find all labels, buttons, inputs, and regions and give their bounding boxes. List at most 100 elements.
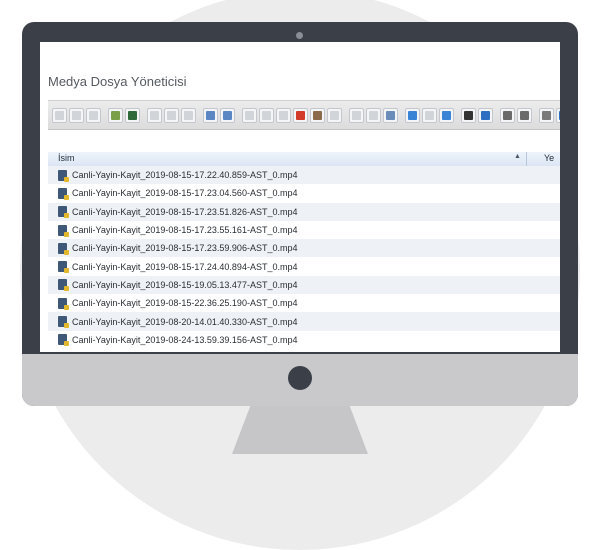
table-row[interactable]: Canli-Yayin-Kayit_2019-08-15-17.22.40.85… xyxy=(48,166,560,185)
table-row[interactable]: Canli-Yayin-Kayit_2019-08-20-14.01.40.33… xyxy=(48,312,560,331)
page-button[interactable] xyxy=(366,107,381,123)
file-name: Canli-Yayin-Kayit_2019-08-24-13.59.39.15… xyxy=(72,334,298,345)
table-row[interactable]: Canli-Yayin-Kayit_2019-08-24-13.59.39.15… xyxy=(48,331,560,349)
settings-button[interactable] xyxy=(539,107,554,123)
video-file-icon xyxy=(58,169,69,182)
file-name: Canli-Yayin-Kayit_2019-08-15-17.23.59.90… xyxy=(72,243,298,254)
video-file-icon xyxy=(58,187,69,200)
rename-icon xyxy=(313,110,322,120)
rename-button[interactable] xyxy=(310,107,325,123)
settings-icon xyxy=(542,110,551,120)
column-header-next[interactable]: Ye xyxy=(544,153,554,163)
sort-asc-icon[interactable]: ▲ xyxy=(514,153,521,160)
arrow-up-button[interactable] xyxy=(86,107,101,123)
paste-icon xyxy=(184,110,193,120)
toolbar-group-6 xyxy=(349,107,398,123)
view-list-button[interactable] xyxy=(422,107,437,123)
view-tiles-button[interactable] xyxy=(439,107,454,123)
select-button[interactable] xyxy=(242,107,257,123)
toolbar xyxy=(48,100,560,130)
new-file-button[interactable] xyxy=(108,107,123,123)
help-icon xyxy=(559,110,560,120)
info-icon xyxy=(481,110,490,120)
toolbar-group-7 xyxy=(405,107,454,123)
video-file-icon xyxy=(58,279,69,292)
info-button[interactable] xyxy=(478,107,493,123)
delete-icon xyxy=(296,110,305,120)
arrow-left-button[interactable] xyxy=(52,107,67,123)
scissors-button[interactable] xyxy=(259,107,274,123)
video-file-icon xyxy=(58,206,69,219)
search-icon xyxy=(386,110,395,120)
view-icons-icon xyxy=(408,110,417,120)
toolbar-group-5 xyxy=(242,107,342,123)
help-button[interactable] xyxy=(556,107,560,123)
delete-button[interactable] xyxy=(293,107,308,123)
grid-view-icon xyxy=(503,110,512,120)
table-row[interactable]: Canli-Yayin-Kayit_2019-08-15-19.05.13.47… xyxy=(48,275,560,295)
page-icon xyxy=(369,110,378,120)
video-file-icon xyxy=(58,334,69,347)
blank-button[interactable] xyxy=(349,107,364,123)
sort-icon xyxy=(520,110,529,120)
arrow-right-icon xyxy=(72,110,81,120)
table-row[interactable]: Canli-Yayin-Kayit_2019-08-15-22.36.25.19… xyxy=(48,294,560,312)
info-small-button[interactable] xyxy=(327,107,342,123)
table-row[interactable]: Canli-Yayin-Kayit_2019-08-15-17.23.51.82… xyxy=(48,202,560,221)
video-file-icon xyxy=(58,242,69,255)
video-file-icon xyxy=(58,297,69,310)
blank-icon xyxy=(352,110,361,120)
arrow-up-icon xyxy=(89,110,98,120)
file-name: Canli-Yayin-Kayit_2019-08-15-19.05.13.47… xyxy=(72,279,298,290)
preview-eye-icon xyxy=(464,110,473,120)
column-header-name[interactable]: İsim xyxy=(58,153,75,163)
table-row[interactable]: Canli-Yayin-Kayit_2019-08-15-17.24.40.89… xyxy=(48,257,560,275)
column-divider[interactable] xyxy=(526,152,527,166)
power-button-icon xyxy=(288,366,312,390)
search-button[interactable] xyxy=(383,107,398,123)
toolbar-group-3 xyxy=(147,107,196,123)
duplicate-button[interactable] xyxy=(276,107,291,123)
grid-view-button[interactable] xyxy=(500,107,515,123)
grid-header: İsim ▲ Ye xyxy=(48,152,560,167)
paste-button[interactable] xyxy=(181,107,196,123)
view-tiles-icon xyxy=(442,110,451,120)
cut-button[interactable] xyxy=(164,107,179,123)
table-row[interactable]: Canli-Yayin-Kayit_2019-08-15-17.23.04.56… xyxy=(48,184,560,202)
page-title: Medya Dosya Yöneticisi xyxy=(48,74,187,89)
toolbar-group-9 xyxy=(500,107,532,123)
video-file-icon xyxy=(58,316,69,329)
arrow-left-icon xyxy=(55,110,64,120)
app-screen: Medya Dosya Yöneticisi İsim ▲ Ye Canli-Y… xyxy=(40,42,560,352)
file-name: Canli-Yayin-Kayit_2019-08-15-22.36.25.19… xyxy=(72,298,298,309)
duplicate-icon xyxy=(279,110,288,120)
file-name: Canli-Yayin-Kayit_2019-08-15-17.23.51.82… xyxy=(72,206,298,217)
file-name: Canli-Yayin-Kayit_2019-08-15-17.24.40.89… xyxy=(72,261,298,272)
cut-icon xyxy=(167,110,176,120)
redo-button[interactable] xyxy=(220,107,235,123)
undo-icon xyxy=(206,110,215,120)
monitor-frame: Medya Dosya Yöneticisi İsim ▲ Ye Canli-Y… xyxy=(22,22,578,406)
monitor-stand xyxy=(232,404,368,454)
video-file-icon xyxy=(58,261,69,274)
info-small-icon xyxy=(330,110,339,120)
file-name: Canli-Yayin-Kayit_2019-08-20-14.01.40.33… xyxy=(72,316,298,327)
toolbar-group-10 xyxy=(539,107,560,123)
file-name: Canli-Yayin-Kayit_2019-08-15-17.22.40.85… xyxy=(72,170,298,181)
table-row[interactable]: Canli-Yayin-Kayit_2019-08-15-17.23.59.90… xyxy=(48,239,560,258)
toolbar-group-2 xyxy=(108,107,140,123)
table-row[interactable]: Canli-Yayin-Kayit_2019-08-15-17.23.55.16… xyxy=(48,221,560,239)
arrow-right-button[interactable] xyxy=(69,107,84,123)
view-icons-button[interactable] xyxy=(405,107,420,123)
sort-button[interactable] xyxy=(517,107,532,123)
file-name: Canli-Yayin-Kayit_2019-08-15-17.23.04.56… xyxy=(72,188,298,199)
toolbar-group-4 xyxy=(203,107,235,123)
camera-icon xyxy=(296,32,303,39)
preview-eye-button[interactable] xyxy=(461,107,476,123)
select-icon xyxy=(245,110,254,120)
undo-button[interactable] xyxy=(203,107,218,123)
save-button[interactable] xyxy=(125,107,140,123)
file-list: Canli-Yayin-Kayit_2019-08-15-17.22.40.85… xyxy=(48,166,560,352)
copy-button[interactable] xyxy=(147,107,162,123)
scissors-icon xyxy=(262,110,271,120)
